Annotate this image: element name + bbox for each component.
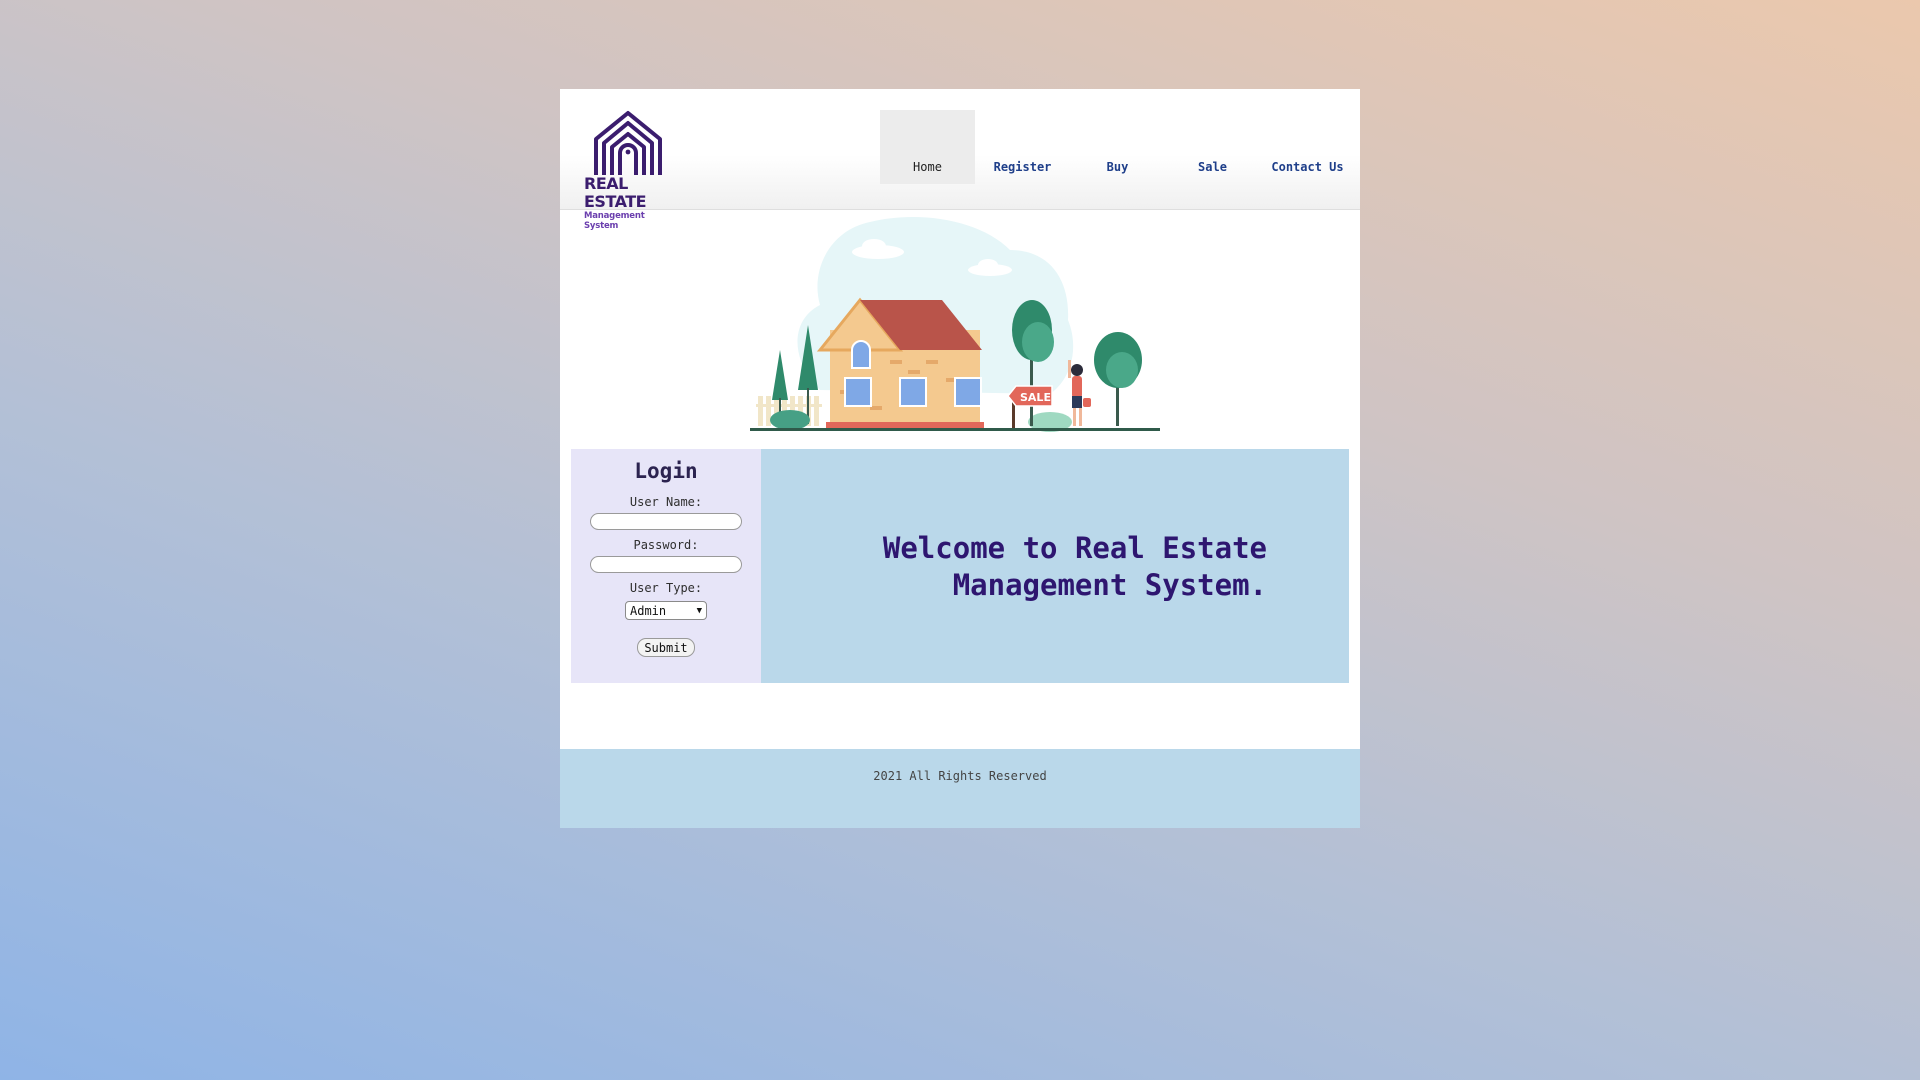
- chevron-down-icon: ▼: [696, 605, 702, 616]
- nav-home[interactable]: Home: [880, 110, 975, 184]
- sale-sign-text: SALE: [1020, 391, 1051, 404]
- login-panel: Login User Name: Password: User Type: Ad…: [571, 449, 761, 683]
- logo-subtitle: Management System: [584, 211, 645, 231]
- logo-title: REAL ESTATE: [584, 174, 647, 211]
- nav-buy[interactable]: Buy: [1070, 110, 1165, 184]
- welcome-panel: Welcome to Real Estate Management System…: [761, 449, 1349, 683]
- house-for-sale-illustration: SALE: [750, 217, 1160, 432]
- main-nav: Home Register Buy Sale Contact Us: [880, 110, 1355, 184]
- footer: 2021 All Rights Reserved: [560, 749, 1360, 828]
- usertype-selected: Admin: [630, 603, 667, 618]
- submit-button[interactable]: Submit: [637, 638, 695, 657]
- username-input[interactable]: [590, 513, 742, 530]
- usertype-label: User Type:: [629, 581, 703, 595]
- header: REAL ESTATE Management System Home Regis…: [560, 89, 1360, 231]
- password-input[interactable]: [590, 556, 742, 573]
- welcome-message: Welcome to Real Estate Management System…: [761, 530, 1267, 604]
- nav-register[interactable]: Register: [975, 110, 1070, 184]
- nav-sale[interactable]: Sale: [1165, 110, 1260, 184]
- page-container: REAL ESTATE Management System Home Regis…: [560, 89, 1360, 828]
- footer-copyright: 2021 All Rights Reserved: [873, 769, 1047, 783]
- logo-text: REAL ESTATE Management System: [584, 174, 680, 232]
- welcome-line-1: Welcome to Real Estate: [882, 531, 1267, 565]
- login-title: Login: [634, 459, 698, 483]
- welcome-line-2: Management System.: [952, 568, 1267, 602]
- nav-contact-us[interactable]: Contact Us: [1260, 110, 1355, 184]
- username-label: User Name:: [629, 495, 703, 509]
- usertype-select[interactable]: Admin ▼: [625, 601, 707, 620]
- password-label: Password:: [633, 538, 699, 552]
- content-area: Login User Name: Password: User Type: Ad…: [571, 449, 1349, 683]
